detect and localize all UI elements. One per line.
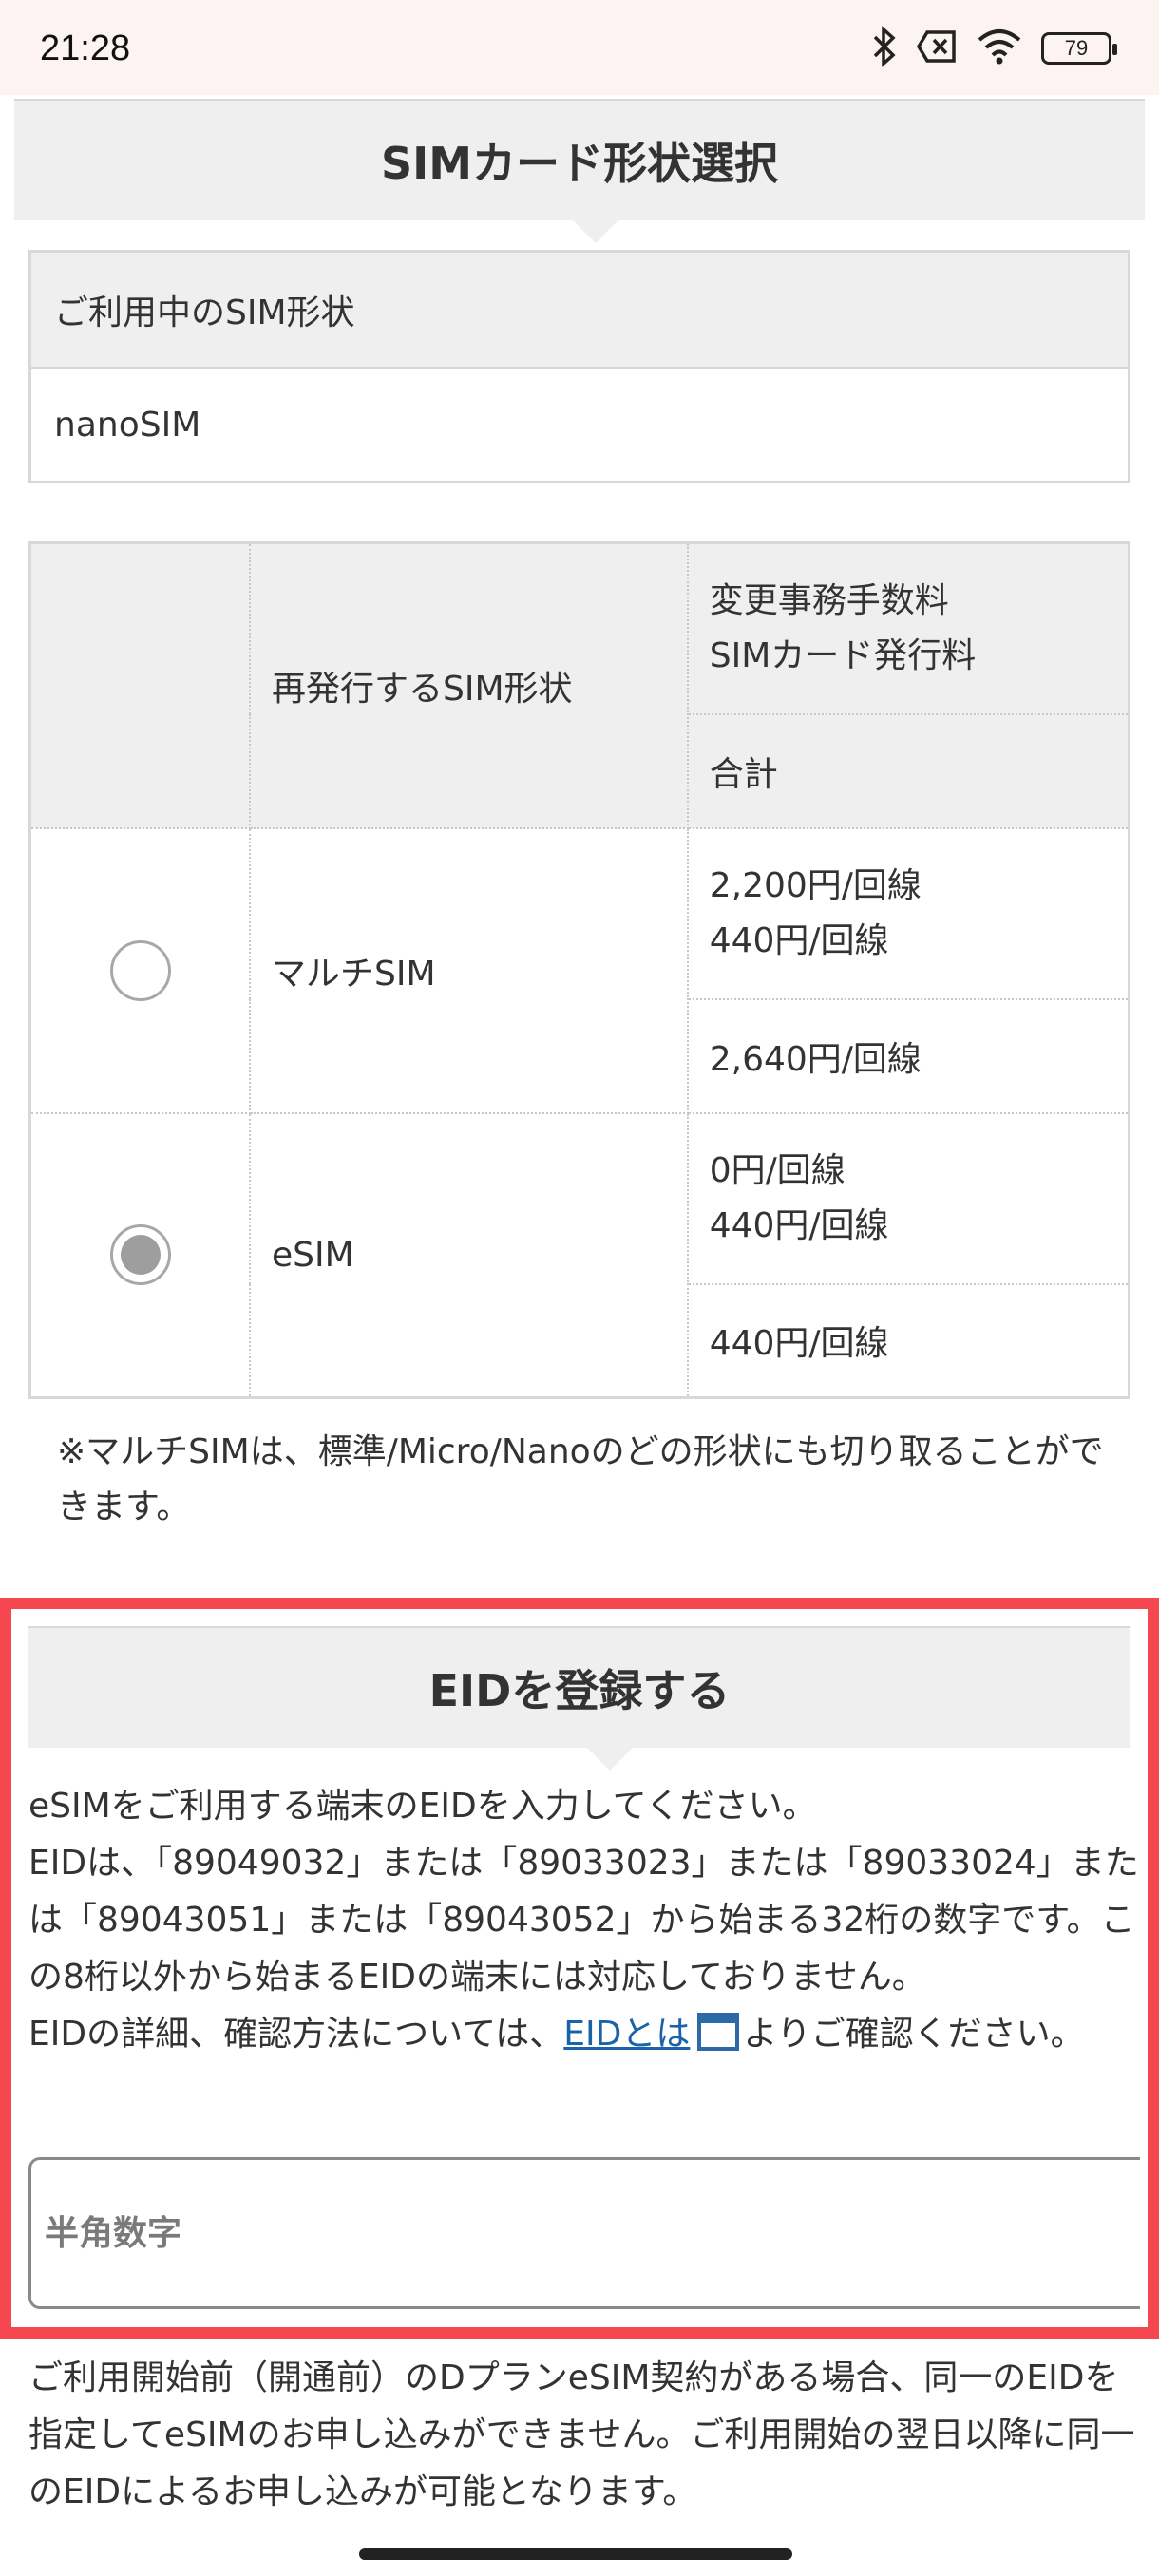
- fee-issue: 440円/回線: [709, 1205, 889, 1245]
- fee-change: 2,200円/回線: [709, 865, 922, 905]
- row-total-multi-sim: 2,640円/回線: [686, 997, 1130, 1114]
- current-sim-label: ご利用中のSIM形状: [31, 253, 1128, 369]
- eid-info-link[interactable]: EIDとは: [563, 2015, 690, 2054]
- sim-shape-section-title: SIMカード形状選択: [14, 99, 1145, 243]
- eid-desc-line2: EIDは、「89049032」または「89033023」または「89033024…: [28, 1844, 1139, 1997]
- home-indicator[interactable]: [359, 2548, 792, 2560]
- eid-input[interactable]: [28, 2157, 1140, 2309]
- sim-shape-table: 再発行するSIM形状 変更事務手数料 SIMカード発行料 合計 マルチSIM 2…: [28, 541, 1130, 1399]
- bottom-note: ご利用開始前（開通前）のDプランeSIM契約がある場合、同一のEIDを指定してe…: [28, 2358, 1135, 2511]
- battery-level: 79: [1064, 36, 1089, 60]
- table-header-radio: [28, 541, 252, 829]
- radio-esim[interactable]: [109, 1224, 171, 1286]
- eid-desc-post: よりご確認ください。: [743, 2015, 1085, 2054]
- fee-issue: 440円/回線: [709, 920, 889, 960]
- radio-cell[interactable]: [28, 1111, 252, 1399]
- row-fees-esim: 0円/回線 440円/回線: [686, 1111, 1130, 1285]
- radio-multi-sim[interactable]: [109, 939, 171, 1001]
- table-header-fee-line1: 変更事務手数料: [709, 580, 949, 620]
- current-sim-value: nanoSIM: [54, 405, 201, 445]
- row-name-multi-sim: マルチSIM: [249, 826, 689, 1114]
- sim-shape-title-text: SIMカード形状選択: [380, 138, 779, 189]
- eid-desc-line3: EIDの詳細、確認方法については、EIDとは よりご確認ください。: [28, 2006, 1140, 2063]
- status-time: 21:28: [40, 28, 131, 68]
- table-header-fee-line2: SIMカード発行料: [709, 635, 977, 675]
- fee-change: 0円/回線: [709, 1150, 846, 1190]
- battery-icon: 79: [1041, 32, 1117, 65]
- eid-desc-line1: eSIMをご利用する端末のEIDを入力してください。: [28, 1787, 817, 1826]
- eid-desc-pre: EIDの詳細、確認方法については、: [28, 2015, 564, 2054]
- external-window-icon[interactable]: [697, 2013, 740, 2051]
- eid-description: eSIMをご利用する端末のEIDを入力してください。 EIDは、「8904903…: [28, 1778, 1140, 2063]
- table-header-fees: 変更事務手数料 SIMカード発行料: [686, 541, 1130, 715]
- multi-sim-note: ※マルチSIMは、標準/Micro/Nanoのどの形状にも切り取ることができます…: [57, 1432, 1104, 1526]
- current-sim-box: ご利用中のSIM形状 nanoSIM: [28, 250, 1130, 483]
- radio-cell[interactable]: [28, 826, 252, 1114]
- row-total-esim: 440円/回線: [686, 1282, 1130, 1399]
- bluetooth-icon: [872, 26, 897, 71]
- row-fees-multi-sim: 2,200円/回線 440円/回線: [686, 826, 1130, 1000]
- status-bar: 21:28 79: [0, 0, 1159, 95]
- radio-selected-dot: [120, 1235, 161, 1276]
- table-row[interactable]: マルチSIM 2,200円/回線 440円/回線: [28, 826, 1130, 1114]
- status-icons: 79: [872, 25, 1117, 72]
- no-sim-icon: [916, 29, 958, 67]
- eid-title-text: EIDを登録する: [428, 1665, 731, 1716]
- row-name-esim: eSIM: [249, 1111, 689, 1399]
- eid-section-title: EIDを登録する: [28, 1626, 1130, 1771]
- table-header-shape: 再発行するSIM形状: [249, 541, 689, 829]
- wifi-icon: [977, 28, 1022, 68]
- table-row[interactable]: eSIM 0円/回線 440円/回線: [28, 1111, 1130, 1399]
- table-header-total: 合計: [686, 712, 1130, 829]
